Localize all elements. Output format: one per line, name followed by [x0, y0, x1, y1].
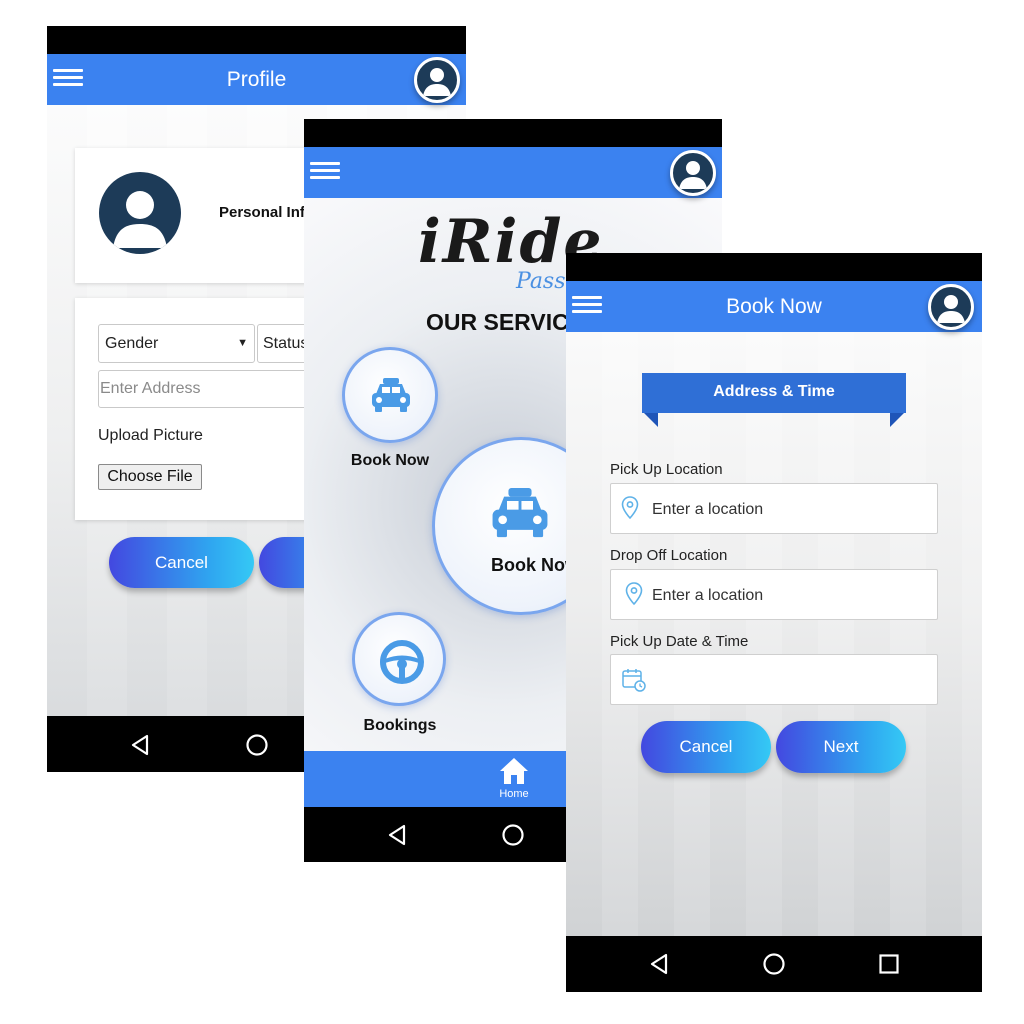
back-icon[interactable] [386, 824, 408, 846]
dropoff-placeholder: Enter a location [652, 587, 764, 604]
gender-select[interactable]: Gender ▼ [98, 324, 255, 363]
navigation-bar [566, 936, 982, 992]
steering-wheel-icon [380, 640, 424, 684]
pickup-location-input[interactable]: Enter a location [610, 483, 938, 534]
details-card: Gender ▼ Status Enter Address Upload Pic… [75, 298, 348, 520]
back-icon[interactable] [129, 734, 151, 756]
home-tab-label: Home [499, 788, 529, 800]
book-now-label: Book Now [350, 452, 430, 469]
taxi-icon [372, 378, 410, 412]
status-bar [304, 119, 722, 147]
pickup-datetime-input[interactable] [610, 654, 938, 705]
personal-info-label: Personal Inf [219, 204, 305, 221]
location-pin-icon [621, 496, 639, 520]
avatar-icon[interactable] [414, 57, 460, 103]
location-pin-icon [625, 582, 643, 606]
dropoff-location-input[interactable]: Enter a location [610, 569, 938, 620]
logo-subtext: Pass [516, 269, 566, 294]
status-bar [47, 26, 466, 54]
dropoff-label: Drop Off Location [610, 547, 728, 564]
taxi-icon [492, 488, 548, 538]
bookings-label: Bookings [363, 717, 437, 734]
app-bar: Profile [47, 54, 466, 105]
status-bar [566, 253, 982, 281]
app-bar [304, 147, 722, 198]
bookings-service-button[interactable] [352, 612, 446, 706]
section-heading: OUR SERVIC [426, 309, 569, 335]
upload-picture-label: Upload Picture [98, 427, 203, 444]
home-tab[interactable]: Home [496, 756, 532, 802]
section-ribbon: Address & Time [642, 373, 906, 427]
personal-info-card: Personal Inf [75, 148, 335, 283]
home-circle-icon[interactable] [501, 823, 525, 847]
hamburger-icon[interactable] [310, 159, 340, 183]
back-icon[interactable] [648, 953, 670, 975]
ribbon-label: Address & Time [642, 373, 906, 413]
book-now-service-button[interactable] [342, 347, 438, 443]
page-title: Profile [226, 68, 287, 91]
chevron-down-icon: ▼ [237, 337, 248, 349]
choose-file-button[interactable]: Choose File [98, 464, 202, 490]
datetime-label: Pick Up Date & Time [610, 633, 749, 650]
book-now-screen: Book Now Address & Time Pick Up Location… [566, 253, 982, 992]
cancel-button[interactable]: Cancel [641, 721, 771, 773]
avatar-icon[interactable] [670, 150, 716, 196]
next-button[interactable]: Next [776, 721, 906, 773]
calendar-icon [622, 669, 646, 692]
home-circle-icon[interactable] [245, 733, 269, 757]
home-circle-icon[interactable] [762, 952, 786, 976]
profile-photo-icon [99, 172, 181, 254]
pickup-placeholder: Enter a location [652, 501, 764, 518]
home-icon [500, 758, 528, 784]
page-title: Book Now [726, 295, 822, 318]
recents-icon[interactable] [878, 953, 900, 975]
pickup-label: Pick Up Location [610, 461, 723, 478]
cancel-button[interactable]: Cancel [109, 537, 254, 588]
avatar-icon[interactable] [928, 284, 974, 330]
app-bar: Book Now [566, 281, 982, 332]
